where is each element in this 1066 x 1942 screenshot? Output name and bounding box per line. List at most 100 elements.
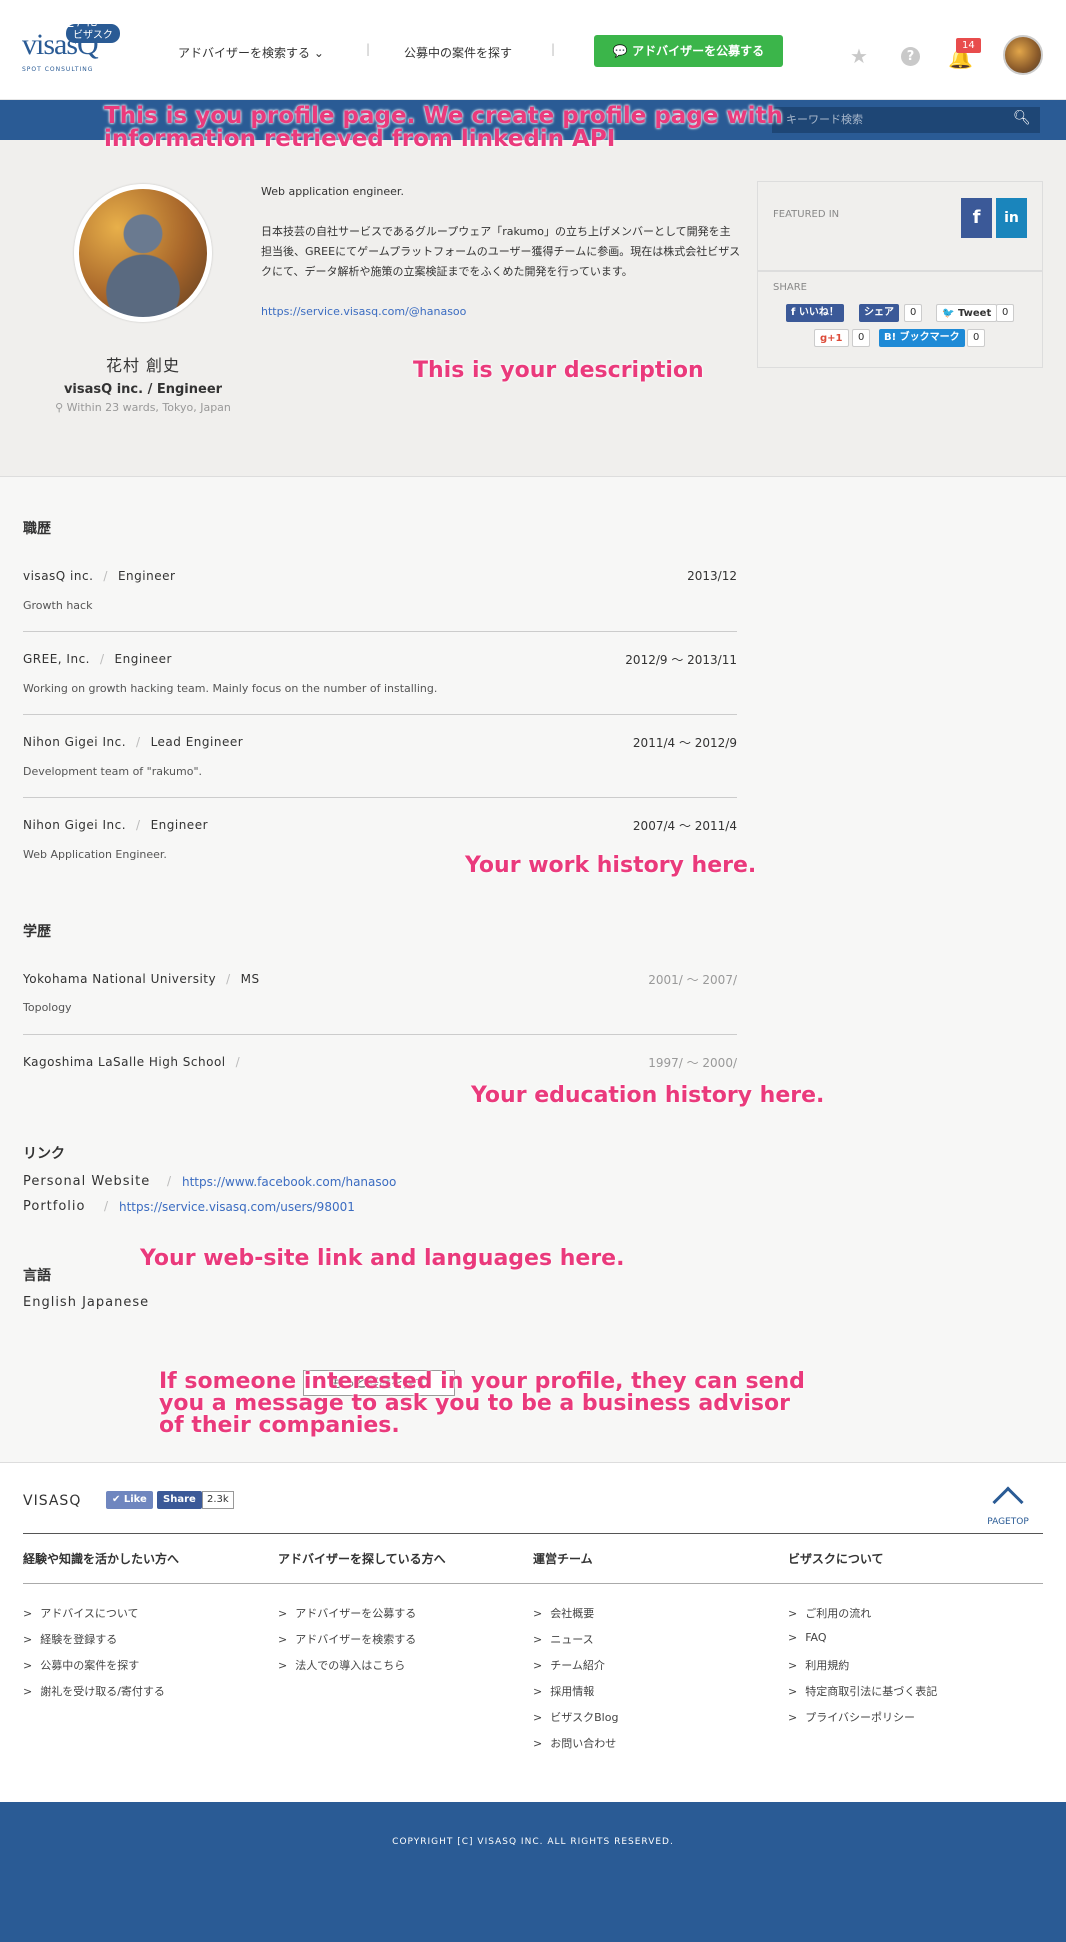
footer-link[interactable]: > FAQ [788,1631,827,1644]
footer-share-count: 2.3k [202,1491,234,1509]
chevron-right-icon: > [23,1607,33,1620]
personal-website-link[interactable]: https://www.facebook.com/hanasoo [182,1175,396,1189]
tweet-label: Tweet [957,308,992,319]
profile-content [0,476,1066,1462]
footer-link[interactable]: > 利用規約 [788,1657,849,1673]
footer-link[interactable]: > 法人での導入はこちら [278,1657,405,1673]
footer-link[interactable]: > 謝礼を受け取る/寄付する [23,1683,165,1699]
annotation-links-languages: Your web-site link and languages here. [140,1246,625,1271]
search-icon[interactable]: 🔍︎ [1013,110,1031,126]
link-separator: / [167,1174,172,1188]
education-item-date: 1997/ 〜 2000/ [648,1056,737,1070]
divider [23,631,737,632]
help-icon[interactable]: ? [901,47,920,66]
work-item-company: Nihon Gigei Inc. / Lead Engineer [23,735,244,749]
gplus-button[interactable]: g+1 [814,329,849,347]
work-item-company: Nihon Gigei Inc. / Engineer [23,818,209,832]
languages-value: English Japanese [23,1295,150,1310]
copyright-bar [0,1802,1066,1942]
footer-link[interactable]: > アドバイザーを公募する [278,1605,416,1621]
nav-find-cases[interactable]: 公募中の案件を探す [404,44,512,61]
footer-link-label: 法人での導入はこちら [295,1659,406,1672]
star-icon[interactable]: ★ [850,44,868,68]
link-label-personal: Personal Website [23,1174,151,1189]
footer-link-label: ご利用の流れ [805,1607,872,1620]
footer-link-label: お問い合わせ [550,1737,617,1750]
footer-link-label: チーム紹介 [550,1659,605,1672]
role-name: Lead Engineer [150,735,244,749]
company-name: visasQ inc. [23,569,94,583]
annotation-line: information retrieved from linkedin API [104,126,616,152]
work-item-date: 2012/9 〜 2013/11 [625,653,737,667]
visasq-logo[interactable]: visasQ ビザスク SPOT CONSULTING [22,22,124,73]
footer-link[interactable]: > チーム紹介 [533,1657,605,1673]
languages-heading: 言語 [23,1268,51,1284]
school-name: Yokohama National University [23,972,217,986]
profile-photo [74,184,212,322]
footer-link[interactable]: > ご利用の流れ [788,1605,871,1621]
role-name: Engineer [114,652,172,666]
footer-link-label: 経験を登録する [40,1633,118,1646]
footer-link[interactable]: > 経験を登録する [23,1631,117,1647]
facebook-icon[interactable]: f [961,198,992,238]
link-label-portfolio: Portfolio [23,1199,86,1214]
work-item-date: 2007/4 〜 2011/4 [632,819,737,833]
work-item-date: 2013/12 [687,569,737,583]
footer-link[interactable]: > 公募中の案件を探す [23,1657,139,1673]
keyword-search-input[interactable]: キーワード検索 [772,107,1040,133]
share-box: SHARE f いいね！ シェア 0 🐦 Tweet 0 g+1 0 B! ブッ… [757,271,1043,368]
footer-link[interactable]: > お問い合わせ [533,1735,616,1751]
chevron-right-icon: > [788,1711,798,1724]
work-item-desc: Working on growth hacking team. Mainly f… [23,682,438,695]
tweet-button[interactable]: 🐦 Tweet [936,304,998,322]
annotation-line: you a message to ask you to be a busines… [159,1391,790,1416]
work-item-desc: Growth hack [23,599,93,612]
nav-search-advisors[interactable]: アドバイザーを検索する ⌄ [178,44,324,61]
footer-fb-like-button[interactable]: ✔ Like [106,1491,153,1509]
footer-link[interactable]: > 会社概要 [533,1605,594,1621]
linkedin-icon[interactable]: in [996,198,1027,238]
profile-url-link[interactable]: https://service.visasq.com/@hanasoo [261,305,466,318]
footer-link-label: アドバイザーを検索する [295,1633,417,1646]
annotation-description: This is your description [413,358,704,383]
footer-link[interactable]: > ビザスクBlog [533,1709,618,1725]
fb-like-label: いいね！ [798,307,839,318]
footer-link[interactable]: > アドバイザーを検索する [278,1631,416,1647]
chevron-right-icon: > [23,1659,33,1672]
nav-separator: | [551,42,556,56]
profile-location: ⚲ Within 23 wards, Tokyo, Japan [0,401,286,414]
footer-link-label: ニュース [550,1633,594,1646]
footer-fb-share-button[interactable]: Share [157,1491,202,1509]
education-item-desc: Topology [23,1001,72,1014]
breadcrumb: ⌂ トップ / 花 [22,12,97,29]
footer-link[interactable]: > プライバシーポリシー [788,1709,915,1725]
publish-advisor-button[interactable]: 💬 アドバイザーを公募する [594,35,783,67]
facebook-icon: f [791,307,796,318]
pagetop-button[interactable]: PAGETOP [985,1485,1031,1527]
footer-col-head: 運営チーム [533,1552,593,1566]
chevron-right-icon: > [533,1711,543,1724]
role-name: Engineer [150,818,209,832]
divider [23,797,737,798]
fb-share-button[interactable]: シェア [859,304,899,322]
publish-advisor-label: アドバイザーを公募する [632,44,765,58]
fb-share-count: 0 [904,304,923,322]
footer-link[interactable]: > 特定商取引法に基づく表記 [788,1683,937,1699]
user-avatar[interactable] [1003,35,1043,75]
portfolio-link[interactable]: https://service.visasq.com/users/98001 [119,1200,355,1214]
fb-like-button[interactable]: f いいね！ [786,304,844,322]
chevron-right-icon: > [278,1633,288,1646]
chevron-right-icon: > [23,1685,33,1698]
breadcrumb-top-link[interactable]: トップ [37,14,73,28]
footer-col-head: 経験や知識を活かしたい方へ [23,1552,180,1566]
links-heading: リンク [23,1146,65,1162]
hatena-bookmark-button[interactable]: B! ブックマーク [879,329,965,347]
chevron-right-icon: > [23,1633,33,1646]
footer-link[interactable]: > ニュース [533,1631,594,1647]
work-item-desc: Development team of "rakumo". [23,765,203,778]
footer-link[interactable]: > アドバイスについて [23,1605,139,1621]
education-item-date: 2001/ 〜 2007/ [648,973,737,987]
footer-link-label: FAQ [805,1631,827,1644]
footer-link[interactable]: > 採用情報 [533,1683,594,1699]
annotation-message: If someone interested in your profile, t… [159,1371,805,1437]
